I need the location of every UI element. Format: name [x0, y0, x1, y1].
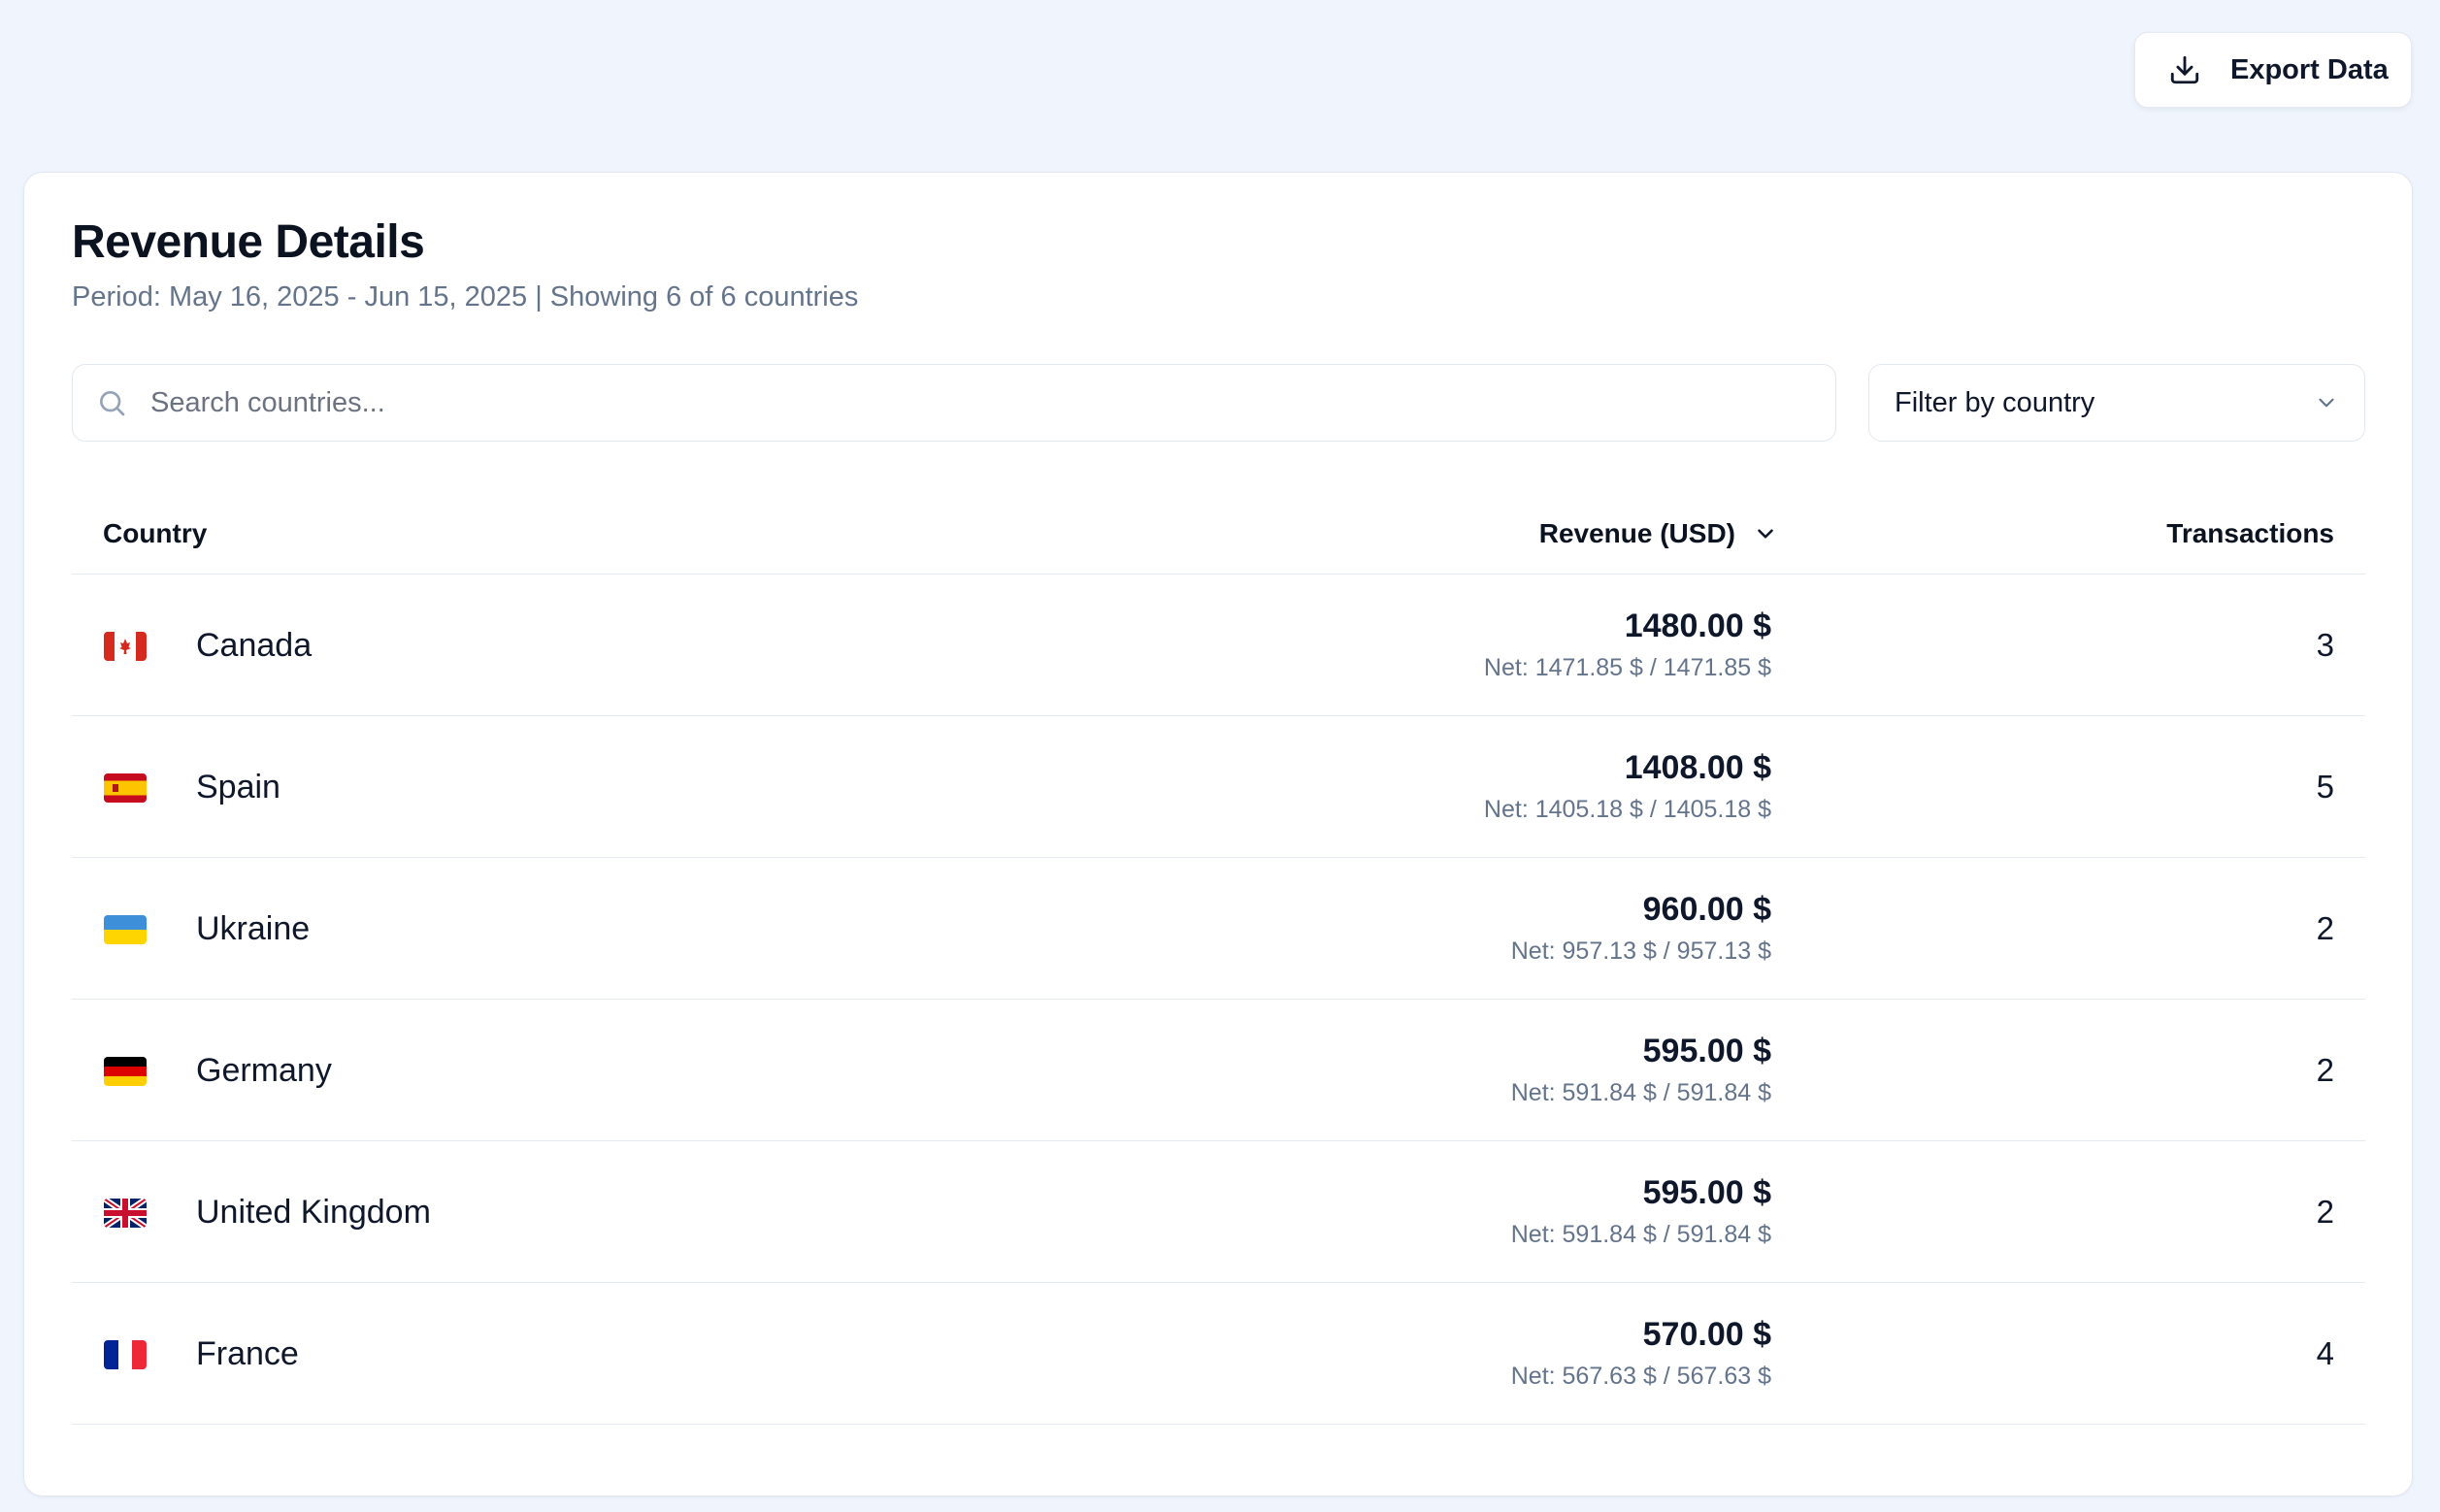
net-revenue: Net: 591.84 $ / 591.84 $ [1510, 1221, 1771, 1248]
country-name: United Kingdom [196, 1193, 431, 1231]
search-icon [96, 387, 127, 418]
france-flag-icon [104, 1340, 147, 1369]
revenue-table-body: Canada 1480.00 $ Net: 1471.85 $ / 1471.8… [72, 575, 2365, 1425]
transaction-count: 4 [2316, 1335, 2334, 1371]
ukraine-flag-icon [104, 915, 147, 944]
country-name: Ukraine [196, 909, 311, 947]
revenue-amount: 595.00 $ [1642, 1174, 1771, 1211]
country-filter-select[interactable]: Filter by country [1868, 364, 2365, 442]
transaction-count: 2 [2316, 1052, 2334, 1088]
country-name: Canada [196, 626, 313, 664]
download-icon [2168, 53, 2201, 86]
search-input[interactable] [150, 386, 1703, 419]
uk-flag-icon [104, 1199, 147, 1228]
net-revenue: Net: 567.63 $ / 567.63 $ [1510, 1363, 1771, 1390]
country-name: Spain [196, 768, 280, 805]
table-header: Country Revenue (USD) Transactions [72, 493, 2365, 575]
revenue-details-card: Revenue Details Period: May 16, 2025 - J… [23, 172, 2413, 1496]
net-revenue: Net: 1405.18 $ / 1405.18 $ [1483, 796, 1771, 823]
table-row[interactable]: Ukraine 960.00 $ Net: 957.13 $ / 957.13 … [72, 858, 2365, 1000]
table-row[interactable]: Spain 1408.00 $ Net: 1405.18 $ / 1405.18… [72, 716, 2365, 858]
transaction-count: 3 [2316, 627, 2334, 663]
transaction-count: 5 [2316, 769, 2334, 805]
column-header-revenue-sort[interactable]: Revenue (USD) [1539, 493, 1778, 575]
table-row[interactable]: United Kingdom 595.00 $ Net: 591.84 $ / … [72, 1141, 2365, 1283]
column-header-revenue: Revenue (USD) [1538, 518, 1735, 548]
table-row[interactable]: Germany 595.00 $ Net: 591.84 $ / 591.84 … [72, 1000, 2365, 1141]
net-revenue: Net: 1471.85 $ / 1471.85 $ [1483, 654, 1771, 681]
revenue-amount: 595.00 $ [1642, 1033, 1771, 1069]
column-header-transactions: Transactions [2166, 518, 2334, 548]
table-row[interactable]: France 570.00 $ Net: 567.63 $ / 567.63 $… [72, 1283, 2365, 1425]
page-title: Revenue Details [72, 216, 425, 268]
canada-flag-icon [104, 632, 147, 661]
revenue-amount: 1408.00 $ [1624, 749, 1771, 786]
spain-flag-icon [104, 773, 147, 803]
revenue-amount: 570.00 $ [1642, 1316, 1771, 1353]
chevron-down-icon [2314, 390, 2339, 415]
export-data-label: Export Data [2230, 53, 2389, 85]
search-box[interactable] [72, 364, 1836, 442]
transaction-count: 2 [2316, 910, 2334, 946]
net-revenue: Net: 957.13 $ / 957.13 $ [1510, 937, 1771, 965]
table-row[interactable]: Canada 1480.00 $ Net: 1471.85 $ / 1471.8… [72, 575, 2365, 716]
country-name: France [196, 1334, 299, 1372]
country-name: Germany [196, 1051, 332, 1089]
revenue-amount: 1480.00 $ [1624, 608, 1771, 644]
sort-chevron-down-icon [1753, 521, 1778, 546]
revenue-amount: 960.00 $ [1642, 891, 1771, 928]
net-revenue: Net: 591.84 $ / 591.84 $ [1510, 1079, 1771, 1106]
column-header-country: Country [103, 518, 208, 548]
germany-flag-icon [104, 1057, 147, 1086]
transaction-count: 2 [2316, 1194, 2334, 1230]
period-summary: Period: May 16, 2025 - Jun 15, 2025 | Sh… [72, 281, 859, 312]
country-filter-label: Filter by country [1895, 386, 2095, 418]
export-data-button[interactable]: Export Data [2134, 32, 2412, 108]
